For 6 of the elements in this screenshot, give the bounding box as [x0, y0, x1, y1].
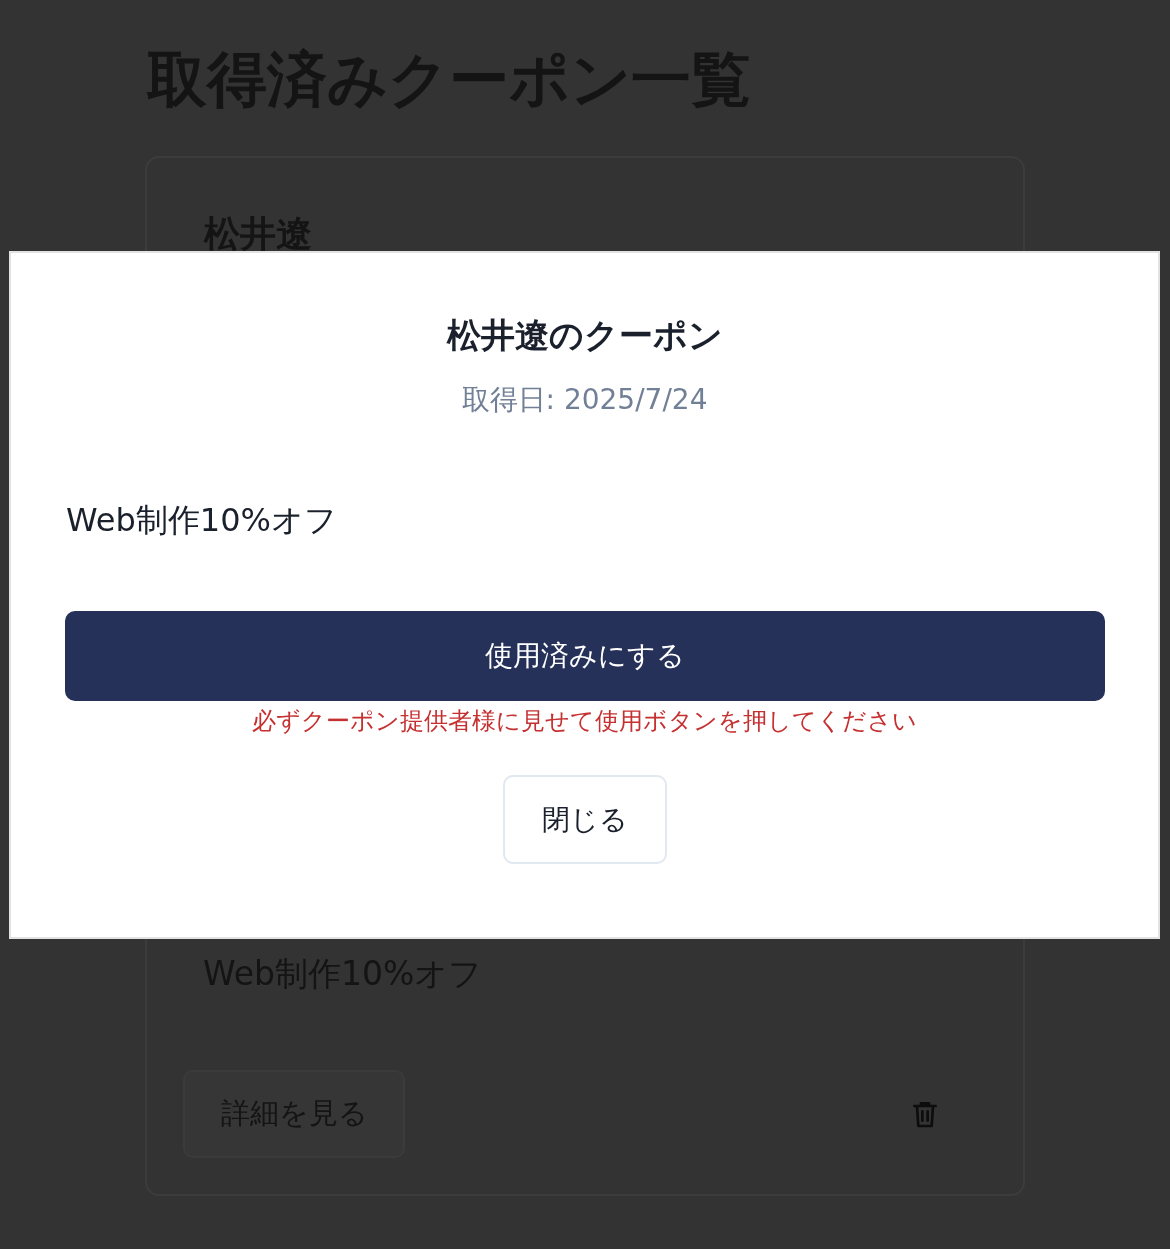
coupon-description: Web制作10%オフ [66, 500, 337, 541]
close-button[interactable]: 閉じる [502, 775, 667, 864]
modal-title: 松井遼のクーポン [446, 314, 723, 357]
notice-text: 必ずクーポン提供者様に見せて使用ボタンを押してください [252, 706, 917, 737]
acquired-date: 取得日: 2025/7/24 [461, 382, 708, 418]
mark-used-button[interactable]: 使用済みにする [64, 611, 1105, 701]
